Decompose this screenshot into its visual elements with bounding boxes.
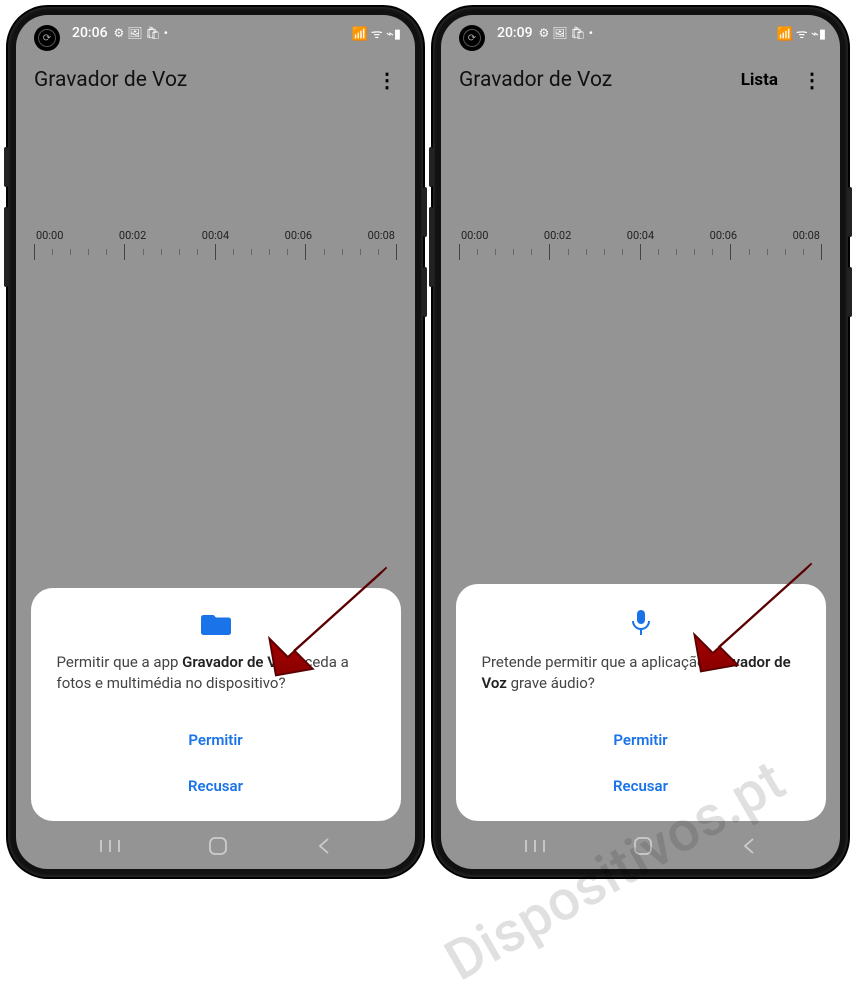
screen: ⟳ 20:06 ⚙ 🖼 🛍 • 📶 ᯤ ⌁▮ Gravador de Voz ⋮…: [16, 15, 415, 869]
screen: ⟳ 20:09 ⚙ 🖼 🛍 • 📶 ᯤ ⌁▮ Gravador de Voz L…: [441, 15, 840, 869]
dialog-message: Pretende permitir que a aplicação Gravad…: [476, 652, 806, 706]
nav-bar: [441, 823, 840, 869]
nav-recents-icon[interactable]: [99, 838, 121, 854]
nav-home-icon[interactable]: [632, 835, 654, 857]
allow-button[interactable]: Permitir: [476, 717, 806, 763]
nav-back-icon[interactable]: [316, 836, 332, 856]
allow-button[interactable]: Permitir: [51, 717, 381, 763]
camera-punch-hole: ⟳: [34, 25, 60, 51]
dialog-message: Permitir que a app Gravador de Voz aceda…: [51, 652, 381, 706]
deny-button[interactable]: Recusar: [51, 763, 381, 809]
nav-home-icon[interactable]: [207, 835, 229, 857]
nav-recents-icon[interactable]: [524, 838, 546, 854]
folder-icon: [51, 612, 381, 638]
phone-side-button: [4, 147, 8, 187]
permission-dialog: Permitir que a app Gravador de Voz aceda…: [31, 588, 401, 822]
modal-overlay: Pretende permitir que a aplicação Gravad…: [441, 15, 840, 869]
permission-dialog: Pretende permitir que a aplicação Gravad…: [456, 584, 826, 822]
phone-side-button: [4, 207, 8, 287]
phone-right: ⟳ 20:09 ⚙ 🖼 🛍 • 📶 ᯤ ⌁▮ Gravador de Voz L…: [433, 7, 848, 877]
phone-left: ⟳ 20:06 ⚙ 🖼 🛍 • 📶 ᯤ ⌁▮ Gravador de Voz ⋮…: [8, 7, 423, 877]
deny-button[interactable]: Recusar: [476, 763, 806, 809]
phone-side-button: [423, 187, 427, 237]
phone-side-button: [848, 267, 852, 317]
phone-side-button: [429, 147, 433, 187]
nav-back-icon[interactable]: [741, 836, 757, 856]
nav-bar: [16, 823, 415, 869]
phone-side-button: [429, 207, 433, 287]
phone-side-button: [423, 267, 427, 317]
mic-icon: [476, 608, 806, 638]
camera-punch-hole: ⟳: [459, 25, 485, 51]
phone-side-button: [848, 187, 852, 237]
modal-overlay: Permitir que a app Gravador de Voz aceda…: [16, 15, 415, 869]
